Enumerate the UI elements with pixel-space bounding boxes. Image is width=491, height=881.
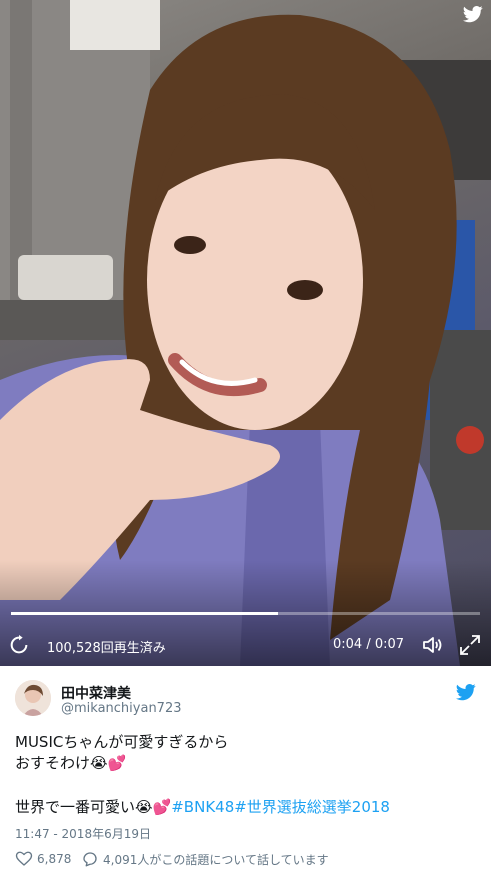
tweet-text-line-1: MUSICちゃんが可愛すぎるから [15, 733, 229, 751]
twitter-bird-icon [463, 6, 483, 23]
replay-icon[interactable] [8, 634, 30, 656]
avatar-image [15, 680, 51, 716]
display-name[interactable]: 田中菜津美 [61, 683, 131, 703]
user-handle[interactable]: @mikanchiyan723 [61, 701, 182, 716]
emoji: 😭💕 [90, 754, 127, 772]
twitter-bird-icon[interactable] [456, 682, 476, 702]
fullscreen-icon[interactable] [458, 633, 482, 657]
emoji: 😭💕 [135, 798, 172, 816]
video-player[interactable]: 100,528回再生済み 0:04 / 0:07 [0, 0, 491, 666]
tweet-text: 世界で一番可愛い [15, 798, 136, 816]
reply-button[interactable]: 4,091人がこの話題について話しています [81, 850, 329, 868]
conversation-count: 4,091人がこの話題について話しています [103, 852, 329, 867]
like-count: 6,878 [37, 852, 72, 866]
tweet-text: おすそわけ [15, 754, 91, 772]
tweet-text-line-2: おすそわけ😭💕 [15, 753, 126, 773]
view-count: 100,528回再生済み [47, 641, 166, 656]
tweet-text-line-3: 世界で一番可愛い😭💕#BNK48#世界選抜総選挙2018 [15, 797, 390, 817]
progress-fill [11, 612, 279, 615]
speech-bubble-icon [83, 852, 97, 867]
hashtag-links[interactable]: #BNK48#世界選抜総選挙2018 [171, 798, 390, 816]
time-display: 0:04 / 0:07 [333, 637, 404, 652]
like-button[interactable]: 6,878 [15, 850, 71, 868]
tweet-timestamp[interactable]: 11:47 - 2018年6月19日 [15, 825, 151, 842]
time-separator: / [362, 637, 375, 652]
volume-icon[interactable] [421, 633, 445, 657]
time-current: 0:04 [333, 637, 363, 652]
heart-icon [15, 851, 33, 866]
avatar[interactable] [15, 680, 51, 716]
time-total: 0:07 [374, 637, 405, 652]
progress-bar[interactable] [11, 612, 480, 615]
